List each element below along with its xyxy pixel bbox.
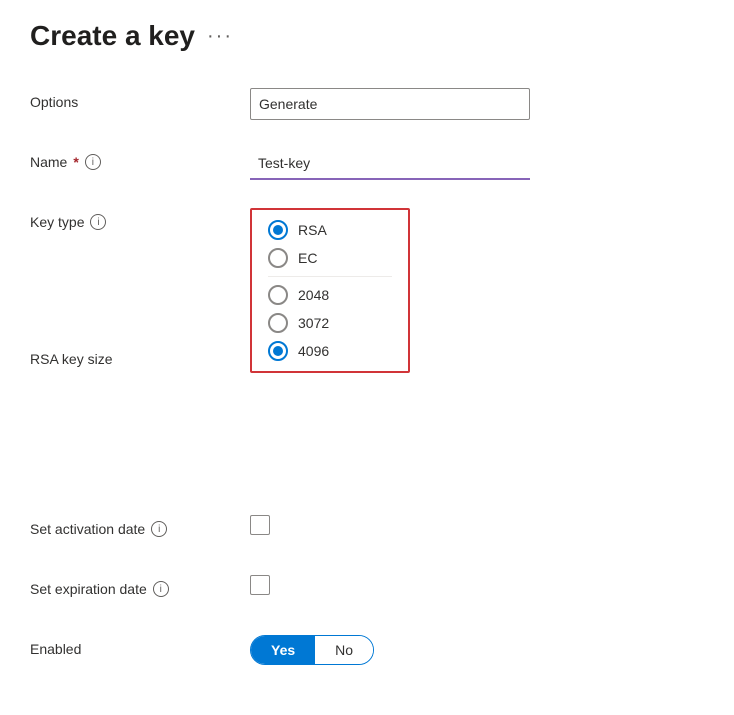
name-input[interactable] xyxy=(250,148,530,180)
expiration-date-info-icon[interactable]: i xyxy=(153,581,169,597)
expiration-date-row: Set expiration date i xyxy=(30,575,704,607)
options-control: Generate Import Restore from backup xyxy=(250,88,704,120)
activation-date-info-icon[interactable]: i xyxy=(151,521,167,537)
key-type-label: Key type i xyxy=(30,208,250,230)
name-info-icon[interactable]: i xyxy=(85,154,101,170)
activation-date-checkbox[interactable] xyxy=(250,515,270,535)
radio-rsa[interactable]: RSA xyxy=(268,220,392,240)
radio-2048-circle xyxy=(268,285,288,305)
radio-2048-label: 2048 xyxy=(298,287,329,303)
enabled-row: Enabled Yes No xyxy=(30,635,704,667)
enabled-yes-button[interactable]: Yes xyxy=(251,636,315,664)
options-select[interactable]: Generate Import Restore from backup xyxy=(250,88,530,120)
key-type-section: RSA EC xyxy=(268,220,392,268)
radio-ec-label: EC xyxy=(298,250,317,266)
expiration-date-checkbox[interactable] xyxy=(250,575,270,595)
page-title: Create a key xyxy=(30,20,195,52)
radio-2048[interactable]: 2048 xyxy=(268,285,392,305)
radio-ec[interactable]: EC xyxy=(268,248,392,268)
rsa-key-size-section: 2048 3072 4096 xyxy=(268,285,392,361)
radio-3072-label: 3072 xyxy=(298,315,329,331)
name-control xyxy=(250,148,704,180)
more-options-icon[interactable]: ··· xyxy=(207,25,233,48)
options-label: Options xyxy=(30,88,250,110)
spacer xyxy=(30,367,704,515)
expiration-date-label: Set expiration date i xyxy=(30,575,250,597)
required-star: * xyxy=(73,154,78,170)
name-label: Name * i xyxy=(30,148,250,170)
activation-date-control xyxy=(250,515,704,535)
expiration-date-control xyxy=(250,575,704,595)
radio-rsa-circle xyxy=(268,220,288,240)
radio-group-box: RSA EC 2048 xyxy=(250,208,410,373)
enabled-label: Enabled xyxy=(30,635,250,657)
radio-4096-circle xyxy=(268,341,288,361)
key-type-rsa-size-control: RSA EC 2048 xyxy=(250,208,704,373)
radio-4096[interactable]: 4096 xyxy=(268,341,392,361)
radio-ec-circle xyxy=(268,248,288,268)
activation-date-label: Set activation date i xyxy=(30,515,250,537)
radio-4096-label: 4096 xyxy=(298,343,329,359)
enabled-no-button[interactable]: No xyxy=(315,636,373,664)
enabled-control: Yes No xyxy=(250,635,704,665)
options-row: Options Generate Import Restore from bac… xyxy=(30,88,704,120)
radio-rsa-label: RSA xyxy=(298,222,327,238)
radio-3072[interactable]: 3072 xyxy=(268,313,392,333)
radio-3072-circle xyxy=(268,313,288,333)
name-row: Name * i xyxy=(30,148,704,180)
radio-divider xyxy=(268,276,392,277)
key-type-rsa-row: Key type i RSA EC xyxy=(30,208,704,373)
key-type-info-icon[interactable]: i xyxy=(90,214,106,230)
page-header: Create a key ··· xyxy=(30,20,704,52)
enabled-toggle-group: Yes No xyxy=(250,635,374,665)
activation-date-row: Set activation date i xyxy=(30,515,704,547)
